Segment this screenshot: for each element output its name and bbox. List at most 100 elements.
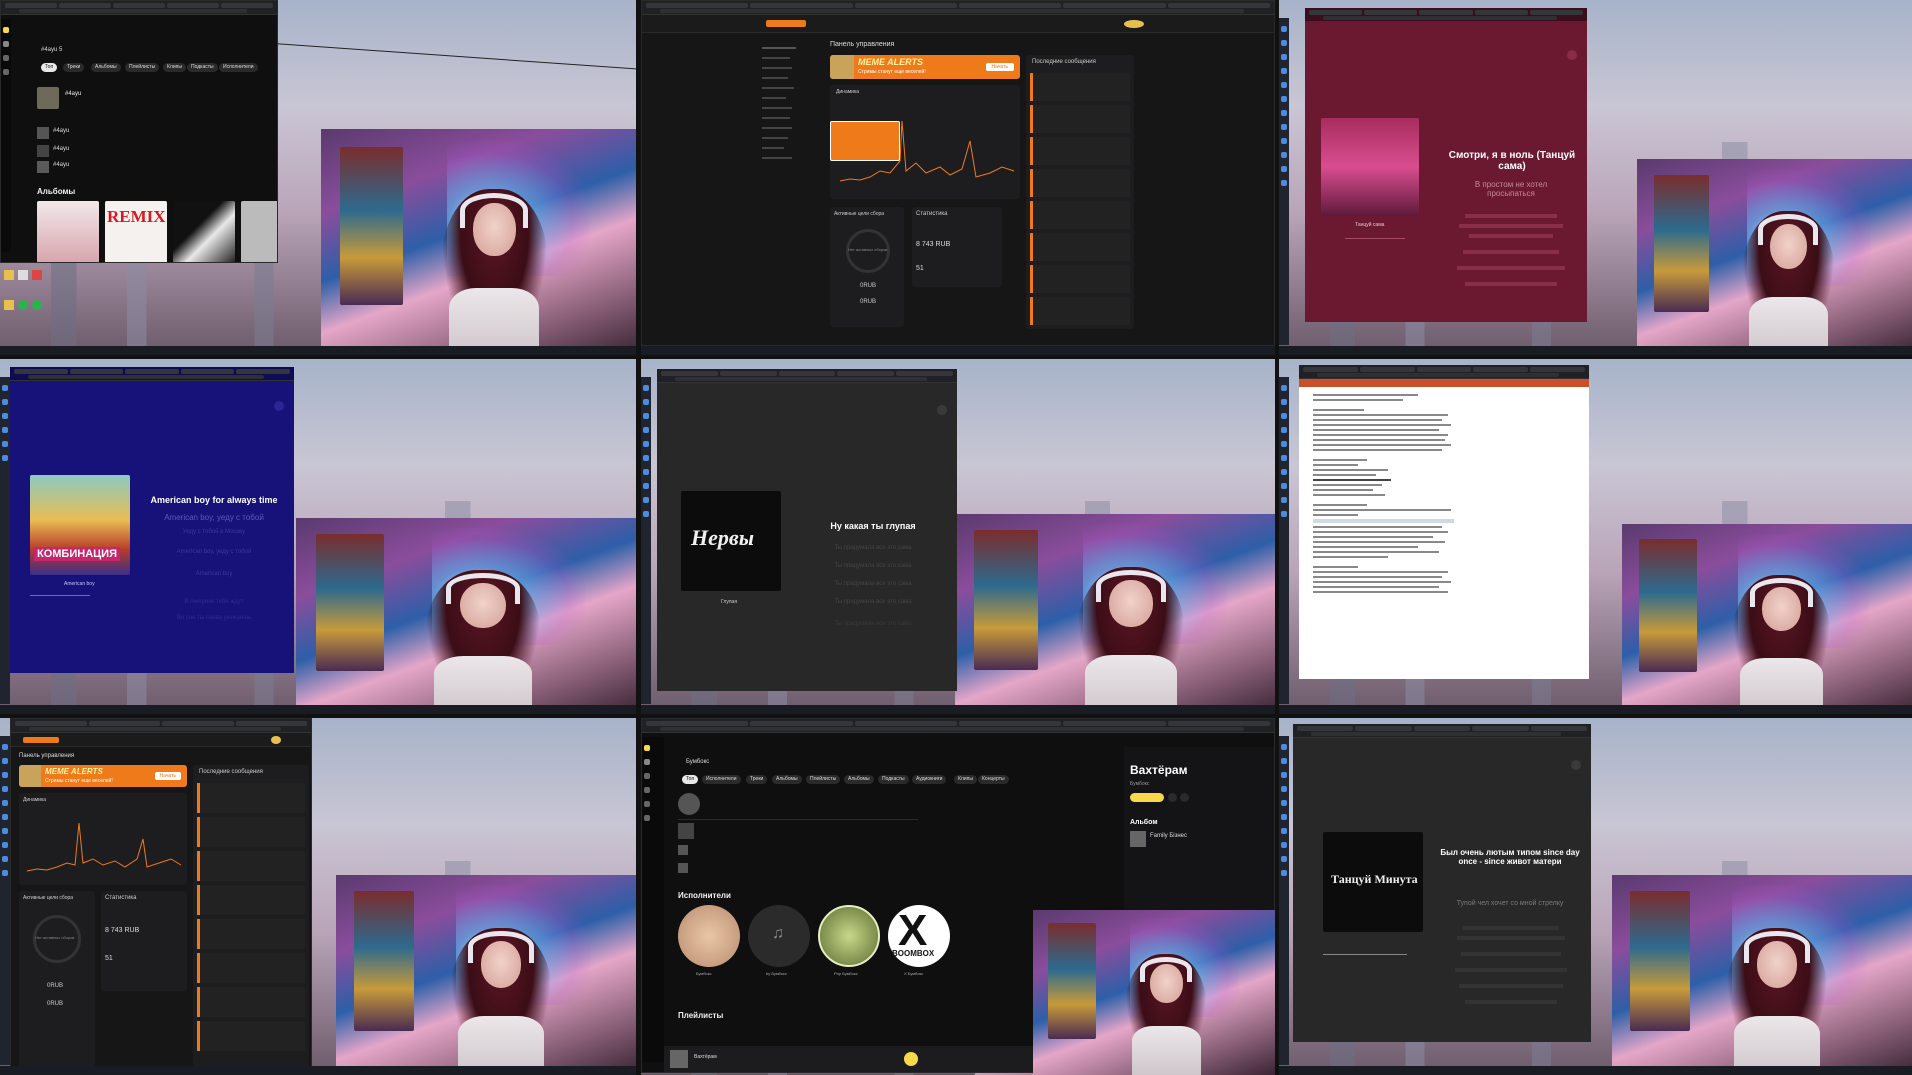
message-item[interactable] [197,1021,305,1051]
desktop-app-icons[interactable] [1279,18,1289,345]
message-item[interactable] [197,885,305,915]
dashboard-window[interactable]: Панель управления MEME ALERTS Стримы ста… [10,718,312,1075]
taskbar[interactable] [641,346,1275,355]
dashboard-window[interactable]: Панель управления MEME ALERTS Стримы ста… [641,0,1275,346]
avatar[interactable] [1124,20,1144,28]
track-title[interactable]: Глупая [721,599,737,605]
app-sidebar[interactable] [642,737,664,1062]
close-icon[interactable] [937,405,947,415]
taskbar[interactable] [1279,1066,1912,1075]
artist-avatar[interactable] [678,793,700,815]
message-item[interactable] [197,783,305,813]
podcast-icon[interactable] [644,801,650,807]
filter-playlists[interactable]: Плейлисты [806,775,841,784]
taskbar[interactable] [1279,346,1912,355]
lyrics-window[interactable]: Танцуй сама Смотри, я в ноль (Танцуй сам… [1305,8,1587,322]
top-result[interactable] [37,87,59,109]
search-icon[interactable] [3,41,9,47]
home-icon[interactable] [644,745,650,751]
lyrics-window[interactable]: Танцуй Минута Был очень лютым типом sinc… [1293,724,1591,1042]
filter-tracks[interactable]: Треки [63,63,85,72]
taskbar[interactable] [0,346,636,355]
artist-name[interactable]: Бумбокс [696,971,712,976]
filter-albums-2[interactable]: Альбомы [844,775,874,784]
message-item[interactable] [1030,265,1130,293]
logo[interactable] [23,737,59,743]
filter-clips[interactable]: Клипы [954,775,977,784]
dashboard-sidebar[interactable] [762,39,802,329]
lyrics-window[interactable]: КОМБИНАЦИЯ American boy American boy for… [10,367,294,673]
message-item[interactable] [1030,137,1130,165]
filter-albums[interactable]: Альбомы [772,775,802,784]
doc-text[interactable] [1313,391,1463,596]
search-icon[interactable] [644,759,650,765]
album-name[interactable]: Family Бізнес [1150,833,1187,839]
music-app-window[interactable]: #4ayu 5 Топ Треки Альбомы Плейлисты Клип… [0,0,278,263]
album-cover[interactable] [37,201,99,262]
artist-card[interactable] [678,905,740,967]
close-icon[interactable] [1567,50,1577,60]
message-item[interactable] [197,851,305,881]
desktop-app-icons[interactable] [1279,377,1289,704]
app-sidebar[interactable] [1,19,11,252]
search-input[interactable]: #4ayu 5 [41,47,62,53]
sidebar-artist[interactable]: Бумбокс [1130,781,1149,787]
artist-name[interactable]: X Бумбокс [904,971,923,976]
message-item[interactable] [197,987,305,1017]
library-icon[interactable] [644,773,650,779]
doc-toolbar[interactable] [1299,379,1589,387]
more-icon[interactable] [1180,793,1189,802]
track-title[interactable]: American boy [64,581,95,587]
filter-artists[interactable]: Исполнители [219,63,258,72]
avatar[interactable] [271,736,281,744]
taskbar[interactable] [641,705,1275,714]
filter-playlists[interactable]: Плейлисты [125,63,160,72]
track-title[interactable]: #4ayu [53,162,69,168]
meme-alerts-banner[interactable]: MEME ALERTS Стримы станут еще веселей! Н… [19,765,187,787]
heart-icon[interactable] [3,69,9,75]
filter-albums[interactable]: Альбомы [91,63,121,72]
message-item[interactable] [1030,105,1130,133]
artist-card[interactable]: ♫ [748,905,810,967]
filter-concerts[interactable]: Концерты [978,775,1009,784]
message-item[interactable] [197,953,305,983]
filter-artists[interactable]: Исполнители [702,775,741,784]
lyrics-window[interactable]: Нервы Глупая Ну какая ты глупая Ты приду… [657,369,957,691]
artist-name[interactable]: Pop Бумбокс [834,971,858,976]
close-icon[interactable] [274,401,284,411]
message-item[interactable] [1030,169,1130,197]
message-item[interactable] [197,817,305,847]
desktop-app-icons[interactable] [1279,736,1289,1065]
list-item[interactable] [678,863,688,873]
home-icon[interactable] [3,27,9,33]
desktop-app-icons[interactable] [0,377,10,704]
track-title[interactable]: #4ayu [53,146,69,152]
heart-icon[interactable] [1168,793,1177,802]
desktop-app-icons[interactable] [641,377,651,704]
meme-alerts-banner[interactable]: MEME ALERTS Стримы станут еще веселей! Н… [830,55,1020,79]
album-cover[interactable] [1130,831,1146,847]
message-item[interactable] [197,919,305,949]
top-artist-name[interactable]: #4ayu [65,91,81,97]
search-input[interactable]: Бумбокс [686,759,709,765]
taskbar[interactable] [0,705,636,714]
artist-name[interactable]: by Бумбокс [766,971,787,976]
filter-top[interactable]: Топ [41,63,58,72]
heart-icon[interactable] [644,787,650,793]
track-artist[interactable]: Танцуй сама [1355,222,1384,228]
progress-bar[interactable] [1323,954,1407,955]
progress-bar[interactable] [30,595,90,596]
logo[interactable] [766,20,806,27]
filter-clips[interactable]: Клипы [163,63,186,72]
progress-bar[interactable] [1345,238,1405,239]
filter-audiobooks[interactable]: Аудиокниги [912,775,947,784]
desktop-app-icons[interactable] [0,736,10,1065]
filter-podcasts[interactable]: Подкасты [878,775,909,784]
list-item[interactable] [678,845,688,855]
track-title[interactable]: #4ayu [53,128,69,134]
taskbar[interactable] [1279,705,1912,714]
play-button[interactable] [904,1052,918,1066]
album-cover[interactable] [173,201,235,262]
filter-tracks[interactable]: Треки [746,775,768,784]
message-item[interactable] [1030,73,1130,101]
